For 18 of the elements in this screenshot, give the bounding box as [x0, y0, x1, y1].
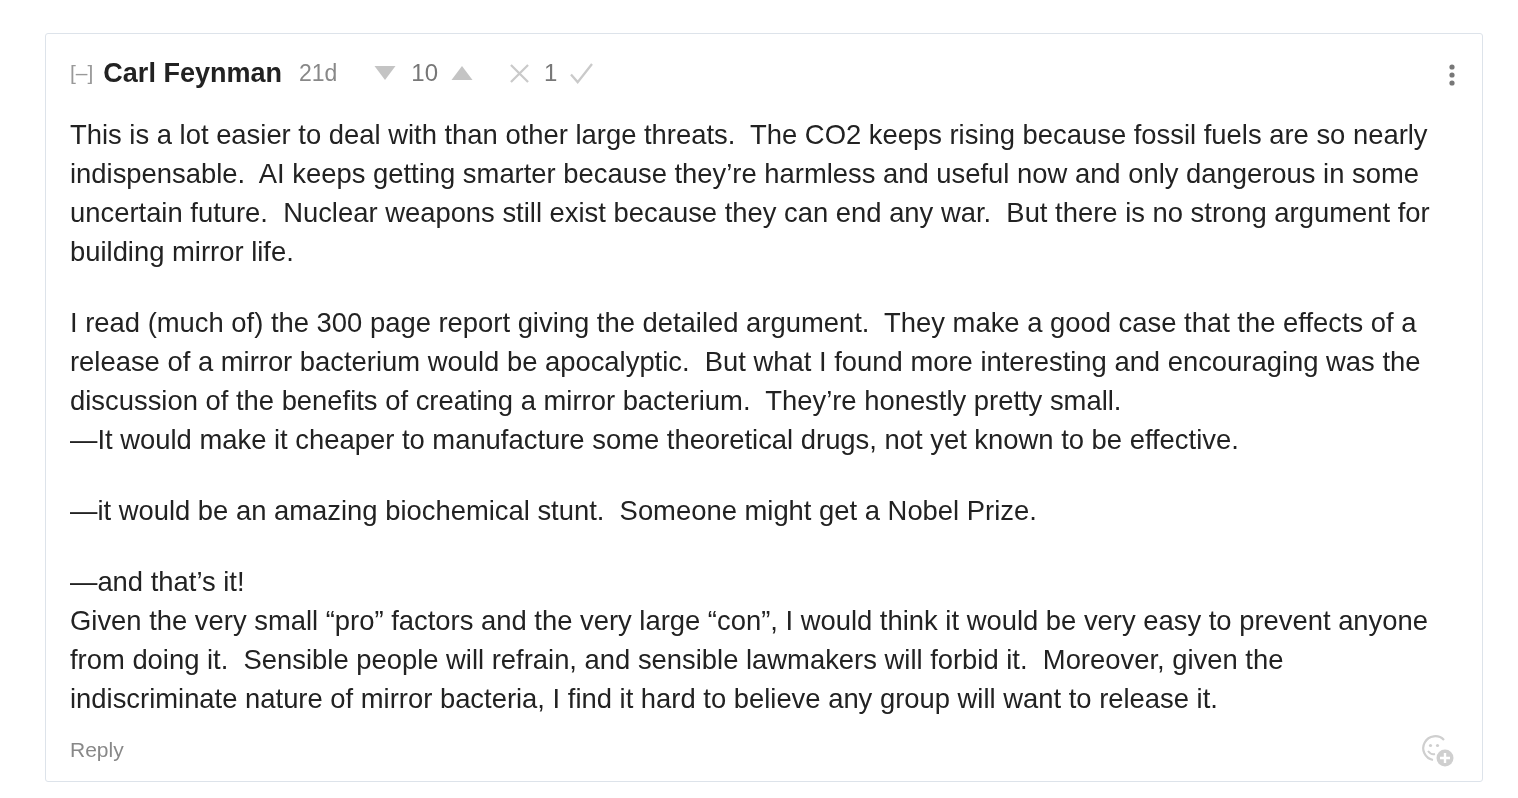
- comment-paragraph: —and that’s it!: [70, 565, 246, 599]
- comment-paragraph: I read (much of) the 300 page report giving the detailed argument. They make a good case that the effects of a release of a mirror bacterium would be apocalyptic. But what I found more interesting and encouraging was the discussion of the benefits of creating a mirror bacterium. They’re honestly pretty small.: [70, 306, 1422, 418]
- comment-paragraph: Given the very small “pro” factors and the very large “con”, I would think it would be very easy to prevent anyone from doing it. Sensible people will refrain, and sensible lawmakers will forbid it. Moreover, given the indiscriminate nature of mirror bacteria, I find it hard to believe any group will want to release it.: [70, 604, 1429, 716]
- comment-paragraph: This is a lot easier to deal with than other large threats. The CO2 keeps rising because fossil fuels are so nearly indispensable. AI keeps getting smarter because they’re harmless and useful now and only dangerous in some uncertain future. Nuclear weapons still exist because they can end any war. But there is no strong argument for building mirror life.: [70, 118, 1431, 269]
- comment-paragraph: —it would be an amazing biochemical stunt. Someone might get a Nobel Prize.: [70, 494, 1038, 528]
- agree-check-icon[interactable]: [570, 62, 594, 84]
- collapse-toggle[interactable]: [–]: [70, 61, 94, 85]
- menu-icon[interactable]: [1449, 64, 1455, 86]
- comment-age: 21d: [298, 59, 338, 87]
- disagree-cross-icon[interactable]: [510, 63, 529, 83]
- author-name[interactable]: Carl Feynman: [103, 57, 282, 89]
- agreement-score: 1: [544, 59, 558, 87]
- comment-paragraph: —It would make it cheaper to manufacture some theoretical drugs, not yet known to be effective.: [70, 423, 1240, 457]
- reply-link[interactable]: Reply: [70, 738, 124, 762]
- add-reaction-icon[interactable]: [1420, 733, 1454, 767]
- karma-score: 10: [411, 59, 438, 87]
- upvote-icon[interactable]: [451, 66, 473, 80]
- downvote-icon[interactable]: [374, 66, 397, 80]
